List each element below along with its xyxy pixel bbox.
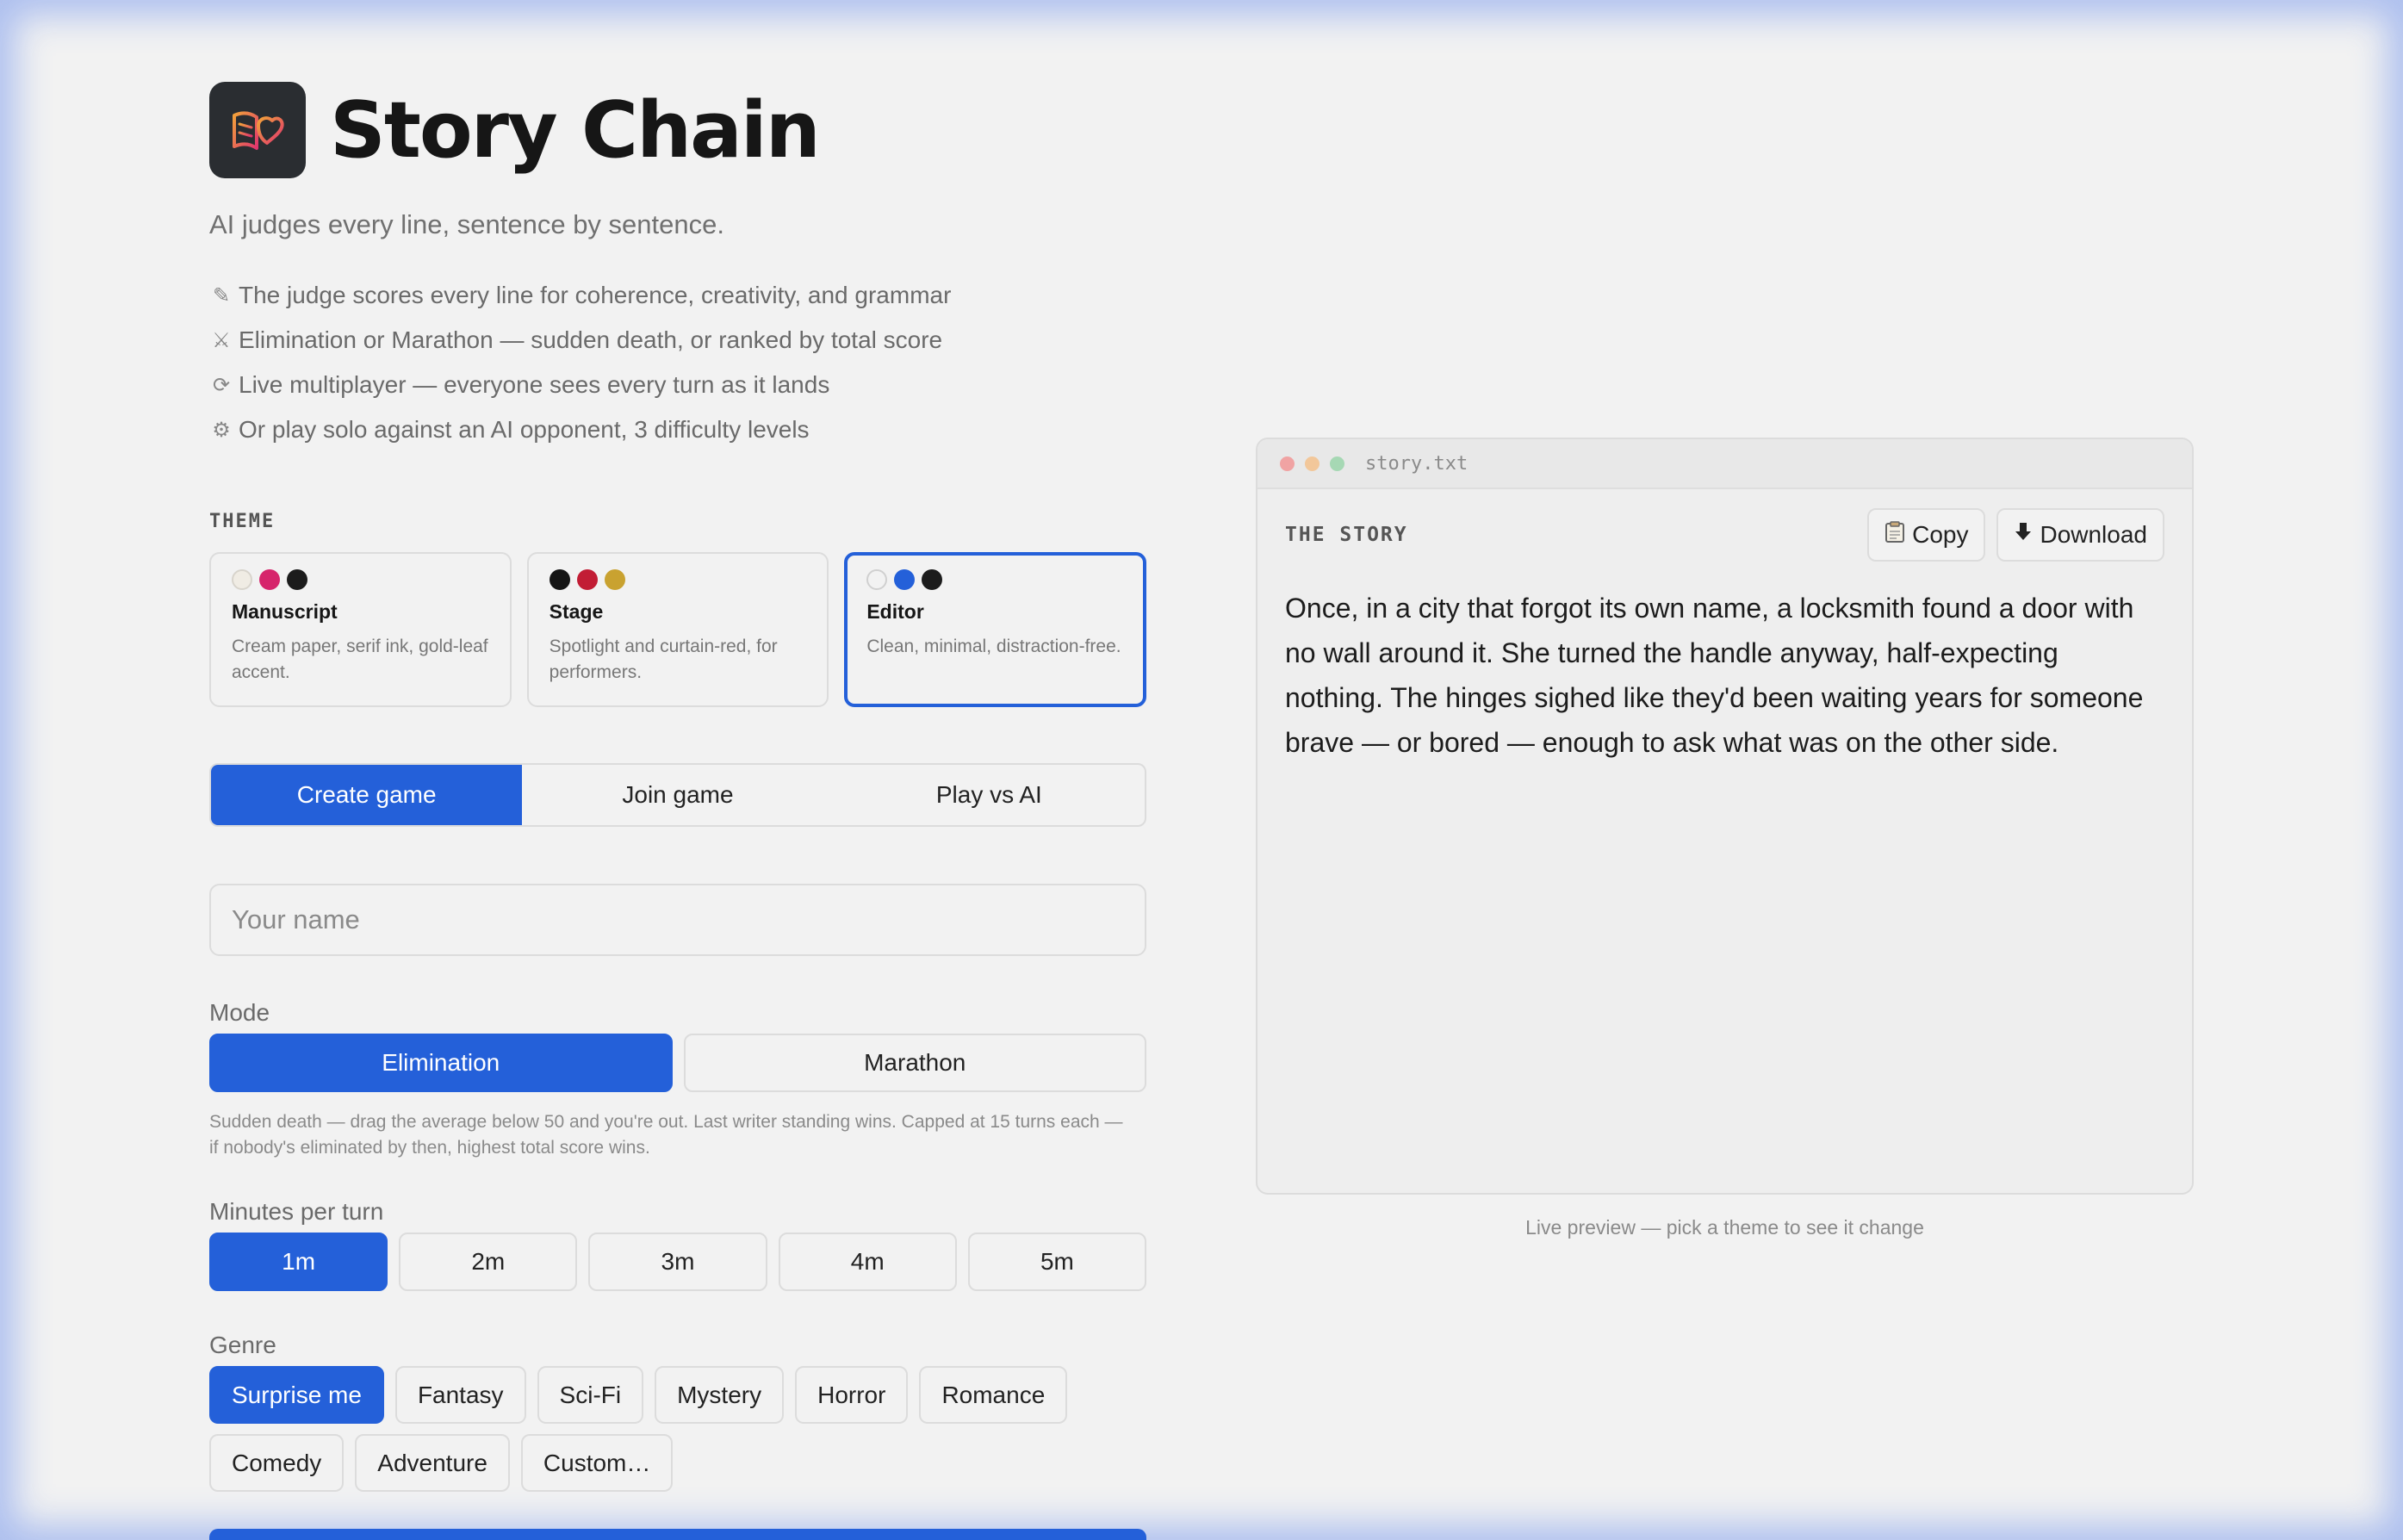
swatch-dot xyxy=(287,569,307,590)
genre-chip-custom[interactable]: Custom… xyxy=(520,1434,674,1492)
story-preview-window: story.txt THE STORY Copy Download Once, … xyxy=(1256,438,2194,1195)
tab-create-game[interactable]: Create game xyxy=(211,765,523,825)
feature-item: ✎ The judge scores every line for cohere… xyxy=(209,273,1146,318)
app-tagline: AI judges every line, sentence by senten… xyxy=(209,209,724,239)
mode-marathon-button[interactable]: Marathon xyxy=(683,1034,1146,1092)
window-maximize-dot xyxy=(1330,456,1344,471)
window-minimize-dot xyxy=(1305,456,1319,471)
swatch-dot xyxy=(576,569,598,590)
feature-text: Live multiplayer — everyone sees every t… xyxy=(239,371,830,398)
crossed-swords-icon: ⚔ xyxy=(212,328,231,352)
genre-chip-adventure[interactable]: Adventure xyxy=(355,1434,510,1492)
feature-text: The judge scores every line for coherenc… xyxy=(239,282,952,308)
feature-text: Or play solo against an AI opponent, 3 d… xyxy=(239,416,810,443)
feature-item: ⟳ Live multiplayer — everyone sees every… xyxy=(209,363,1146,407)
theme-description: Cream paper, serif ink, gold-leaf accent… xyxy=(232,636,488,682)
window-close-dot xyxy=(1280,456,1295,471)
story-label: THE STORY xyxy=(1285,524,1408,546)
minutes-label: Minutes per turn xyxy=(209,1198,384,1225)
genre-selector: Surprise me Fantasy Sci-Fi Mystery Horro… xyxy=(209,1366,1146,1492)
theme-name: Stage xyxy=(549,600,604,623)
primary-action-button[interactable] xyxy=(209,1529,1146,1540)
minutes-option-2m[interactable]: 2m xyxy=(399,1233,578,1291)
swatch-dot xyxy=(259,569,280,590)
tab-join-game[interactable]: Join game xyxy=(522,765,833,825)
window-title-bar: story.txt xyxy=(1257,439,2192,489)
swatch-dot xyxy=(894,569,916,590)
swatch-dot xyxy=(549,569,570,590)
mode-label: Mode xyxy=(209,999,270,1026)
book-heart-logo-icon xyxy=(209,82,306,178)
app-title: Story Chain xyxy=(330,84,821,176)
minutes-option-5m[interactable]: 5m xyxy=(967,1233,1147,1291)
theme-picker: Manuscript Cream paper, serif ink, gold-… xyxy=(209,552,1147,707)
theme-description: Clean, minimal, distraction-free. xyxy=(866,636,1121,656)
window-filename: story.txt xyxy=(1365,452,1468,475)
game-action-tabs: Create game Join game Play vs AI xyxy=(209,763,1146,827)
theme-name: Editor xyxy=(866,600,924,623)
genre-chip-horror[interactable]: Horror xyxy=(795,1366,909,1424)
genre-chip-surprise-me[interactable]: Surprise me xyxy=(209,1366,384,1424)
theme-swatches xyxy=(866,569,1124,590)
refresh-icon: ⟳ xyxy=(212,373,231,397)
mode-help-text: Sudden death — drag the average below 50… xyxy=(209,1112,1123,1158)
clipboard-icon xyxy=(1885,520,1905,550)
genre-chip-sci-fi[interactable]: Sci-Fi xyxy=(537,1366,644,1424)
robot-icon: ⚙ xyxy=(212,418,231,442)
genre-chip-mystery[interactable]: Mystery xyxy=(655,1366,785,1424)
preview-caption: Live preview — pick a theme to see it ch… xyxy=(1525,1216,1924,1239)
feature-item: ⚔ Elimination or Marathon — sudden death… xyxy=(209,318,1146,363)
copy-button[interactable]: Copy xyxy=(1867,508,1986,562)
theme-name: Manuscript xyxy=(232,600,338,623)
genre-chip-romance[interactable]: Romance xyxy=(919,1366,1068,1424)
swatch-dot xyxy=(922,569,943,590)
story-text: Once, in a city that forgot its own name… xyxy=(1285,593,2144,758)
theme-card-editor[interactable]: Editor Clean, minimal, distraction-free. xyxy=(844,552,1147,707)
pen-icon: ✎ xyxy=(212,283,231,307)
feature-item: ⚙ Or play solo against an AI opponent, 3… xyxy=(209,407,1146,452)
app-header: Story Chain xyxy=(209,82,1146,178)
page: Story Chain AI judges every line, senten… xyxy=(0,0,2403,1540)
story-header: THE STORY Copy Download xyxy=(1285,489,2164,581)
mode-selector: Elimination Marathon xyxy=(209,1034,1146,1092)
genre-chip-fantasy[interactable]: Fantasy xyxy=(394,1366,526,1424)
theme-swatches xyxy=(549,569,807,590)
swatch-dot xyxy=(232,569,252,590)
genre-chip-comedy[interactable]: Comedy xyxy=(209,1434,345,1492)
minutes-option-4m[interactable]: 4m xyxy=(778,1233,957,1291)
preview-body: THE STORY Copy Download Once, in a city … xyxy=(1257,489,2192,765)
player-name-input[interactable] xyxy=(209,884,1146,956)
setup-column: Story Chain AI judges every line, senten… xyxy=(209,82,1147,1492)
genre-label: Genre xyxy=(209,1332,276,1358)
mode-elimination-button[interactable]: Elimination xyxy=(209,1034,673,1092)
minutes-option-3m[interactable]: 3m xyxy=(588,1233,767,1291)
story-actions: Copy Download xyxy=(1867,508,2164,562)
download-arrow-icon xyxy=(2014,521,2033,550)
theme-swatches xyxy=(232,569,489,590)
feature-list: ✎ The judge scores every line for cohere… xyxy=(209,273,1146,452)
download-button[interactable]: Download xyxy=(1996,508,2164,562)
theme-section-label: THEME xyxy=(209,511,276,532)
swatch-dot xyxy=(866,569,888,590)
theme-card-manuscript[interactable]: Manuscript Cream paper, serif ink, gold-… xyxy=(209,552,512,707)
theme-description: Spotlight and curtain-red, for performer… xyxy=(549,636,778,682)
feature-text: Elimination or Marathon — sudden death, … xyxy=(239,326,943,353)
download-label: Download xyxy=(2040,521,2147,548)
theme-card-stage[interactable]: Stage Spotlight and curtain-red, for per… xyxy=(526,552,829,707)
minutes-selector: 1m 2m 3m 4m 5m xyxy=(209,1233,1147,1291)
minutes-option-1m[interactable]: 1m xyxy=(209,1233,388,1291)
tab-play-vs-ai[interactable]: Play vs AI xyxy=(834,765,1145,825)
copy-label: Copy xyxy=(1912,521,1969,548)
swatch-dot xyxy=(604,569,625,590)
